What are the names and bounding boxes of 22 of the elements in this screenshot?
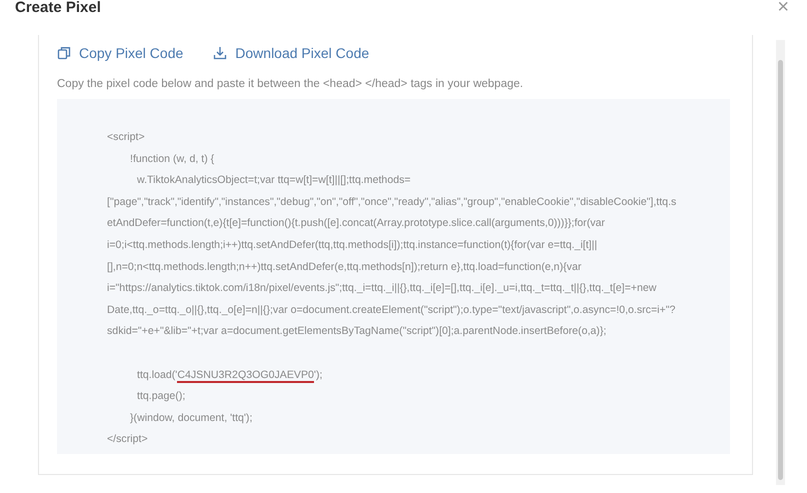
scrollbar[interactable] [776, 40, 785, 485]
code-line: etAndDefer=function(t,e){t[e]=function(){t.push([e].concat(Array.prototype.slice.call(arguments,0)))}};for(var [107, 217, 605, 230]
code-line: ["page","track","identify","instances","debug","on","off","once","ready","alias","group","enableCookie","disableCookie"],ttq.s [107, 196, 676, 208]
code-line: [],n=0;n<ttq.methods.length;n++)ttq.setAndDefer(e,ttq.methods[n]);return e},ttq.load=function(e,n){var [107, 260, 582, 273]
code-line: i=0;i<ttq.methods.length;i++)ttq.setAndDefer(ttq,ttq.methods[i]);ttq.instance=function(t){for(var e=ttq._i[t]|| [107, 238, 598, 251]
code-line: ttq.load('C4JSNU3R2Q3OG0JAEVP0'); [137, 368, 322, 383]
code-line: <script> [107, 131, 145, 143]
dialog-title: Create Pixel [15, 0, 101, 16]
instruction-text: Copy the pixel code below and paste it between the <head> </head> tags in your webpage. [57, 78, 524, 90]
download-icon [213, 46, 228, 60]
code-line: !function (w, d, t) { [130, 152, 214, 165]
code-line: i="https://analytics.tiktok.com/i18n/pixel/events.js";ttq._i=ttq._i||{},ttq._i[e]=[],ttq._i[e]._u=i,ttq._t=ttq._t||{},ttq._t[e]=+new [107, 282, 656, 294]
code-line: w.TiktokAnalyticsObject=t;var ttq=w[t]=w[t]||[];ttq.methods= [137, 174, 411, 186]
code-line: sdkid="+e+"&lib="+t;var a=document.getElementsByTagName("script")[0];a.parentNode.insertBefore(o,a)}; [107, 325, 606, 338]
code-line: </script> [107, 433, 148, 446]
code-line: Date,ttq._o=ttq._o||{},ttq._o[e]=n||{};var o=document.createElement("script");o.type="text/javascript",o.async=!0,o.src=i+"? [107, 304, 676, 316]
code-line: ttq.page(); [137, 390, 186, 402]
close-button[interactable]: × [777, 0, 789, 17]
code-line: }(window, document, 'ttq'); [130, 412, 252, 424]
copy-icon [57, 46, 71, 60]
download-button[interactable]: Download Pixel Code [213, 45, 370, 61]
copy-button[interactable]: Copy Pixel Code [57, 45, 184, 61]
